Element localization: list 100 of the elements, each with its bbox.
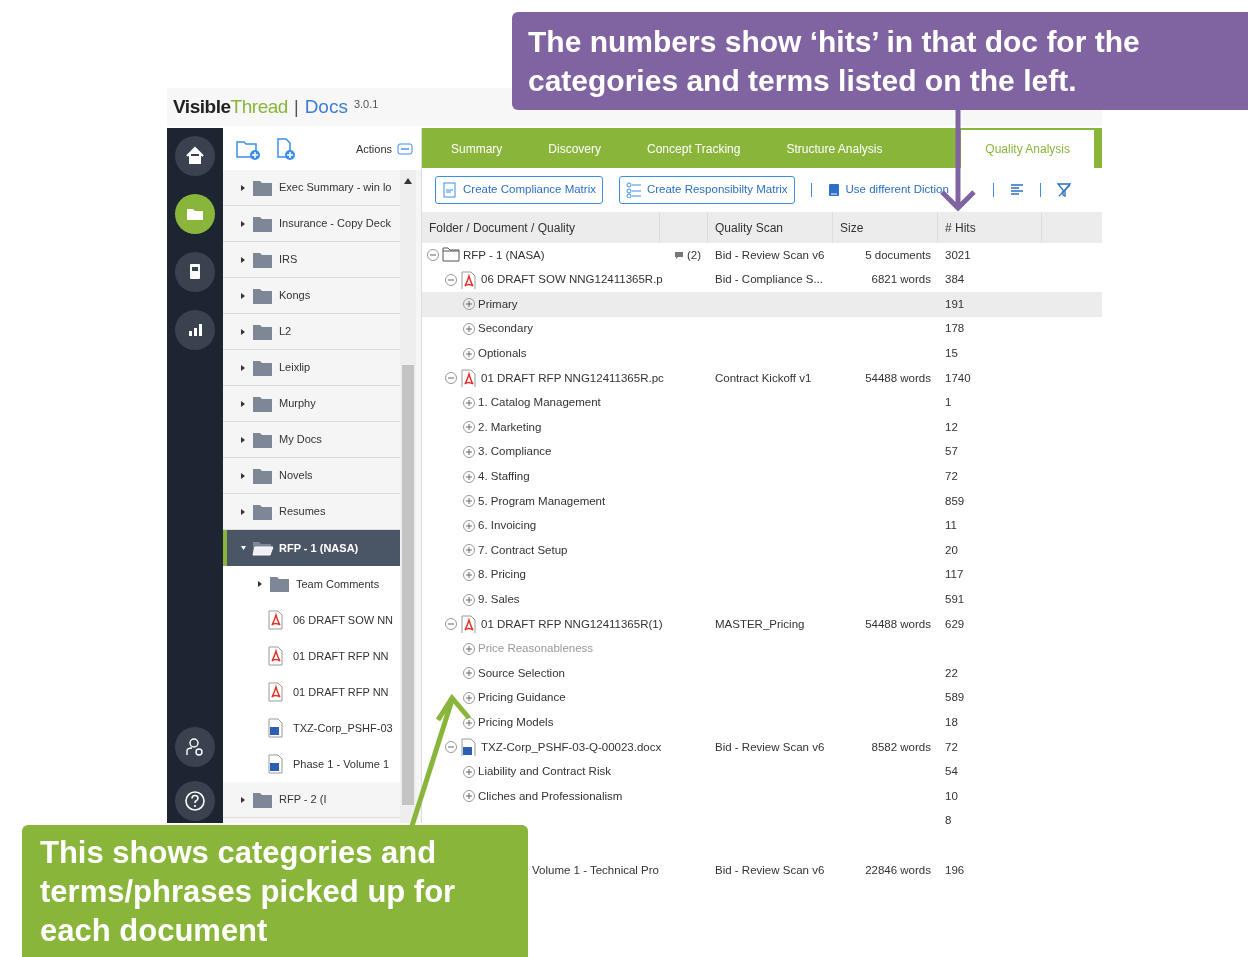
tree-row[interactable]: 6. Invoicing 11: [422, 513, 1102, 539]
folder-tree-item[interactable]: Team Comments: [223, 566, 400, 602]
new-folder-icon[interactable]: [235, 138, 261, 160]
book-icon: [827, 183, 840, 197]
document-name: 01 DRAFT RFP NNG12411365R(1): [481, 616, 663, 632]
caret-icon[interactable]: [241, 436, 246, 443]
column-header[interactable]: Size: [833, 212, 938, 243]
folder-name: Insurance - Copy Deck: [279, 216, 391, 232]
tree-row[interactable]: 1. Catalog Management 1: [422, 390, 1102, 416]
expand-icon[interactable]: [463, 593, 475, 606]
tree-row[interactable]: 3. Compliance 57: [422, 439, 1102, 465]
bar-chart-icon[interactable]: [175, 310, 215, 350]
tree-row[interactable]: 2. Marketing 12: [422, 415, 1102, 440]
tree-row[interactable]: Optionals 15: [422, 341, 1102, 366]
column-header[interactable]: # Hits: [938, 212, 1042, 243]
expand-icon[interactable]: [463, 421, 475, 434]
caret-icon[interactable]: [241, 796, 246, 803]
dictionary-link[interactable]: Use different Diction: [827, 181, 949, 199]
category-name: 1. Catalog Management: [478, 395, 601, 411]
tree-row[interactable]: Secondary 178: [422, 316, 1102, 342]
expand-icon[interactable]: [463, 667, 475, 680]
home-icon[interactable]: [175, 136, 215, 176]
hits-cell-text: 591: [944, 592, 966, 607]
tree-row[interactable]: Cliches and Professionalism 10: [422, 784, 1102, 809]
collapse-icon[interactable]: [445, 273, 457, 286]
folder-icon: [252, 178, 273, 197]
scroll-up-icon[interactable]: [404, 178, 412, 184]
collapse-icon[interactable]: [445, 618, 457, 631]
new-document-icon[interactable]: [275, 137, 297, 161]
folder-tree-item[interactable]: 01 DRAFT RFP NN: [223, 638, 400, 674]
column-header[interactable]: Quality Scan: [708, 212, 833, 243]
folder-name: Exec Summary - win lo: [279, 180, 392, 196]
help-icon[interactable]: [175, 781, 215, 821]
tree-row[interactable]: Pricing Models 18: [422, 710, 1102, 735]
expand-icon[interactable]: [463, 396, 475, 409]
document-icon: [442, 182, 458, 198]
tree-row[interactable]: 4. Staffing 72: [422, 464, 1102, 489]
folder-name: 01 DRAFT RFP NN: [293, 684, 389, 700]
caret-icon[interactable]: [241, 184, 246, 191]
caret-icon[interactable]: [241, 256, 246, 263]
tree-row[interactable]: Pricing Guidance 589: [422, 685, 1102, 711]
expand-icon[interactable]: [463, 519, 475, 532]
column-header[interactable]: Folder / Document / Quality: [422, 212, 660, 243]
tree-row[interactable]: Liability and Contract Risk 54: [422, 759, 1102, 785]
book-icon[interactable]: [175, 252, 215, 292]
tree-row[interactable]: Primary 191: [422, 292, 1102, 317]
clear-filter-icon[interactable]: [1056, 183, 1071, 197]
pdf-file-icon: [460, 270, 478, 289]
tree-row[interactable]: 7. Contract Setup 20: [422, 538, 1102, 563]
caret-icon[interactable]: [241, 364, 246, 371]
caret-icon[interactable]: [241, 328, 246, 335]
expand-icon[interactable]: [463, 347, 475, 360]
hits-cell-text: 859: [944, 493, 966, 509]
user-settings-icon[interactable]: [175, 727, 215, 767]
expand-icon[interactable]: [463, 716, 475, 729]
toolbar-button[interactable]: Create Compliance Matrix: [435, 176, 603, 204]
collapse-icon[interactable]: [445, 372, 457, 385]
expand-icon[interactable]: [463, 298, 475, 311]
caret-icon[interactable]: [258, 581, 263, 587]
expand-icon[interactable]: [463, 544, 475, 557]
folder-tree-item[interactable]: TXZ-Corp_PSHF-03: [223, 710, 400, 746]
expand-icon[interactable]: [463, 569, 475, 581]
expand-icon[interactable]: [463, 323, 475, 336]
expand-icon[interactable]: [463, 470, 475, 483]
caret-icon[interactable]: [241, 472, 246, 479]
tree-row[interactable]: 9. Sales 591: [422, 587, 1102, 612]
comment-icon[interactable]: [673, 250, 684, 260]
align-left-icon[interactable]: [1009, 183, 1024, 197]
scroll-thumb[interactable]: [402, 365, 414, 805]
caret-icon[interactable]: [241, 400, 246, 407]
caret-icon[interactable]: [241, 292, 246, 299]
folder-icon[interactable]: [175, 194, 215, 234]
scrollbar[interactable]: [400, 170, 416, 823]
collapse-icon[interactable]: [445, 741, 457, 754]
expand-icon[interactable]: [463, 692, 475, 704]
folder-tree-item[interactable]: Phase 1 - Volume 1: [223, 746, 400, 782]
folder-name: Resumes: [279, 504, 326, 520]
expand-icon[interactable]: [463, 790, 475, 803]
folder-tree-item[interactable]: 06 DRAFT SOW NN: [223, 602, 400, 638]
tree-row[interactable]: Source Selection 22: [422, 661, 1102, 686]
expand-icon[interactable]: [463, 495, 475, 508]
quality-scan-cell-text: Bid - Compliance S...: [714, 272, 824, 288]
size-cell-text: 5 documents: [864, 247, 932, 263]
toolbar-button[interactable]: Create Responsibilty Matrix: [618, 176, 795, 204]
caret-icon[interactable]: [241, 545, 246, 551]
word-file-icon: [267, 718, 283, 738]
caret-icon[interactable]: [241, 508, 246, 515]
category-name: Primary: [478, 296, 518, 312]
collapse-icon[interactable]: [427, 249, 439, 262]
expand-icon[interactable]: [463, 446, 475, 459]
expand-icon[interactable]: [463, 765, 475, 778]
caret-icon[interactable]: [241, 220, 246, 227]
folder-tree-item[interactable]: 01 DRAFT RFP NN: [223, 674, 400, 710]
actions-button[interactable]: Actions: [355, 140, 413, 158]
folder-tree-item[interactable]: RFP - 1 (NASA): [223, 530, 400, 566]
category-name: Pricing Models: [478, 714, 554, 730]
folder-name: Team Comments: [296, 576, 380, 592]
tree-row[interactable]: 8. Pricing 117: [422, 562, 1102, 588]
size-cell-text: 54488 words: [864, 370, 932, 386]
tree-row[interactable]: 5. Program Management 859: [422, 488, 1102, 514]
